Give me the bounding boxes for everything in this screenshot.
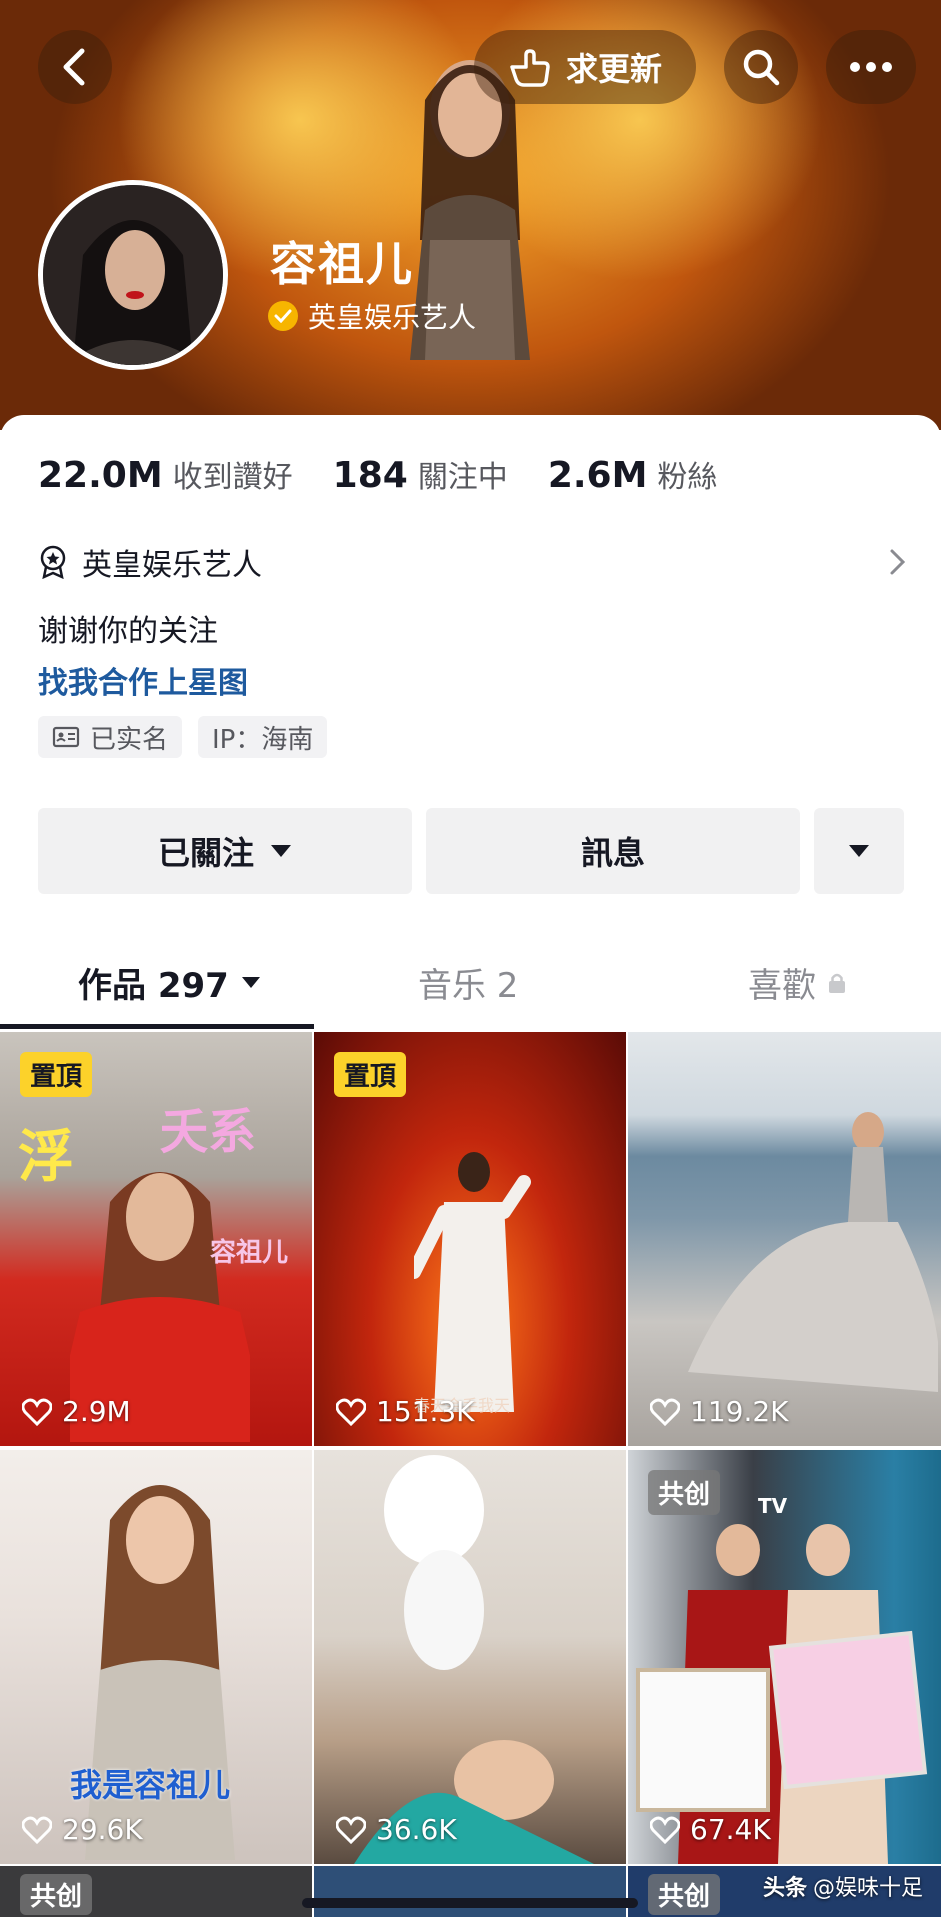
video-likes-count: 119.2K: [690, 1395, 789, 1428]
video-overlay-text: 我是容祖儿: [70, 1766, 231, 1804]
more-options-button[interactable]: [814, 808, 904, 894]
heart-icon: [336, 1816, 366, 1844]
award-badge-icon: [40, 545, 66, 579]
more-dots-icon: [850, 62, 892, 72]
lock-icon: [829, 973, 845, 993]
heart-icon: [22, 1398, 52, 1426]
likes-label[interactable]: 收到讚好: [173, 452, 293, 496]
heart-icon: [336, 1398, 366, 1426]
watermark-account: @娱味十足: [812, 1876, 923, 1901]
watermark: 头条 @娱味十足: [763, 1866, 923, 1906]
certification-row[interactable]: 英皇娱乐艺人: [38, 540, 908, 584]
chevron-right-icon: [890, 549, 906, 575]
avatar-portrait: [43, 185, 223, 365]
request-update-button[interactable]: 求更新: [474, 30, 696, 104]
stats-row: 22.0M 收到讚好 184 關注中 2.6M 粉絲: [38, 452, 757, 496]
following-label[interactable]: 關注中: [418, 452, 508, 496]
tab-works-label: 作品 297: [78, 966, 229, 1006]
home-indicator[interactable]: [302, 1898, 638, 1908]
pinned-badge: 置頂: [334, 1052, 407, 1097]
heart-icon: [650, 1398, 680, 1426]
active-tab-indicator: [0, 1024, 314, 1029]
video-overlay-text: 容祖儿: [210, 1238, 289, 1268]
following-count[interactable]: 184: [333, 455, 408, 496]
video-likes: 119.2K: [650, 1395, 789, 1428]
verified-check-icon: [268, 301, 298, 331]
tab-works[interactable]: 作品 297: [78, 958, 261, 1007]
co-create-badge: 共创: [648, 1874, 721, 1915]
search-button[interactable]: [724, 30, 798, 104]
likes-count[interactable]: 22.0M: [38, 455, 163, 496]
video-tile[interactable]: 119.2K: [628, 1032, 941, 1446]
video-overlay-text: 浮: [18, 1125, 74, 1190]
video-tile[interactable]: 共创 TV 67.4K: [628, 1450, 941, 1864]
video-thumbnail-figure: [636, 1524, 928, 1864]
followers-label[interactable]: 粉絲: [657, 452, 717, 496]
real-name-tag: 已实名: [38, 716, 183, 758]
video-likes-count: 2.9M: [62, 1395, 131, 1428]
followers-count[interactable]: 2.6M: [548, 455, 648, 496]
collab-link[interactable]: 找我合作上星图: [38, 658, 248, 702]
tab-music-label: 音乐 2: [418, 966, 519, 1006]
video-likes: 2.9M: [22, 1395, 131, 1428]
action-buttons: 已關注 訊息: [38, 808, 904, 894]
heart-icon: [650, 1816, 680, 1844]
heart-icon: [22, 1816, 52, 1844]
video-likes-count: 151.3K: [376, 1395, 475, 1428]
more-button[interactable]: [826, 30, 916, 104]
video-thumbnail-figure: [354, 1455, 594, 1864]
message-button[interactable]: 訊息: [426, 808, 800, 894]
pointing-hand-icon: [510, 49, 550, 87]
video-tile[interactable]: 置頂 浮 夭系 容祖儿 2.9M: [0, 1032, 312, 1446]
real-name-label: 已实名: [90, 724, 169, 755]
tab-music[interactable]: 音乐 2: [418, 958, 518, 1007]
video-likes: 151.3K: [336, 1395, 475, 1428]
bio-text: 谢谢你的关注: [38, 614, 218, 649]
video-likes: 29.6K: [22, 1813, 143, 1846]
video-likes: 36.6K: [336, 1813, 457, 1846]
video-tile[interactable]: 共创: [0, 1866, 312, 1917]
video-likes-count: 67.4K: [690, 1813, 771, 1846]
video-likes-count: 36.6K: [376, 1813, 457, 1846]
tab-likes-label: 喜歡: [748, 966, 816, 1006]
back-button[interactable]: [38, 30, 112, 104]
video-tile[interactable]: 我是容祖儿 29.6K: [0, 1450, 312, 1864]
id-card-icon: [52, 726, 80, 748]
video-tile[interactable]: [314, 1866, 626, 1917]
ip-location-label: IP：海南: [212, 724, 314, 755]
content-tabs: 作品 297 音乐 2 喜歡: [0, 940, 941, 1030]
search-icon: [743, 49, 780, 86]
video-overlay-text: TV: [758, 1494, 788, 1518]
caret-down-icon: [271, 845, 291, 857]
verification-row: 英皇娱乐艺人: [268, 296, 476, 336]
video-overlay-text: 夭系: [160, 1104, 257, 1160]
certification-label: 英皇娱乐艺人: [82, 548, 262, 583]
video-thumbnail-figure: [414, 1152, 531, 1412]
following-button-label: 已關注: [157, 834, 254, 872]
verification-label: 英皇娱乐艺人: [308, 301, 477, 334]
ip-location-tag: IP：海南: [198, 716, 328, 758]
co-create-badge: 共创: [20, 1874, 93, 1915]
following-button[interactable]: 已關注: [38, 808, 412, 894]
video-grid: 置頂 浮 夭系 容祖儿 2.9M 置頂 春天会手我天 151.3K 119.2K: [0, 1032, 941, 1864]
chevron-left-icon: [63, 48, 85, 86]
caret-down-icon: [849, 845, 869, 857]
video-thumbnail-figure: [688, 1112, 938, 1392]
pinned-badge: 置頂: [20, 1052, 93, 1097]
video-likes-count: 29.6K: [62, 1813, 143, 1846]
watermark-brand: 头条: [762, 1876, 807, 1901]
tab-likes[interactable]: 喜歡: [748, 958, 846, 1007]
profile-tags: 已实名 IP：海南: [38, 716, 328, 758]
co-create-badge: 共创: [648, 1470, 721, 1515]
video-tile[interactable]: 36.6K: [314, 1450, 626, 1864]
caret-down-icon: [241, 977, 260, 988]
message-button-label: 訊息: [580, 834, 645, 872]
request-update-label: 求更新: [565, 50, 662, 88]
avatar[interactable]: [38, 180, 228, 370]
video-tile[interactable]: 置頂 春天会手我天 151.3K: [314, 1032, 626, 1446]
profile-name: 容祖儿: [270, 237, 414, 291]
video-likes: 67.4K: [650, 1813, 771, 1846]
